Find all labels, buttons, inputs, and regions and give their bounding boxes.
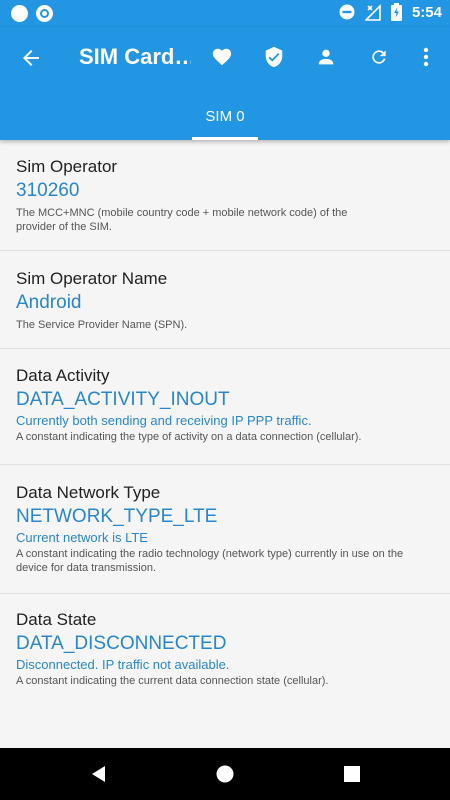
- item-title: Sim Operator Name: [16, 269, 168, 288]
- notification-circle-icon: [11, 5, 28, 22]
- item-description: The MCC+MNC (mobile country code + mobil…: [16, 207, 348, 233]
- list-item-sim-operator-name[interactable]: Sim Operator Name Android The Service Pr…: [0, 251, 450, 349]
- item-description: The Service Provider Name (SPN).: [16, 319, 188, 331]
- home-circle-icon[interactable]: [215, 764, 235, 784]
- list-item-data-network-type[interactable]: Data Network Type NETWORK_TYPE_LTE Curre…: [0, 465, 450, 594]
- list-item-data-state[interactable]: Data State DATA_DISCONNECTED Disconnecte…: [0, 594, 450, 714]
- more-vert-icon: [423, 47, 429, 67]
- item-description: A constant indicating the type of activi…: [16, 431, 362, 443]
- list-item-data-activity[interactable]: Data Activity DATA_ACTIVITY_INOUT Curren…: [0, 349, 450, 465]
- item-description: A constant indicating the radio technolo…: [16, 548, 404, 574]
- item-value: 310260: [16, 180, 80, 201]
- item-value: DATA_DISCONNECTED: [16, 633, 227, 654]
- refresh-button[interactable]: [366, 44, 392, 70]
- arrow-back-icon[interactable]: [19, 46, 43, 70]
- info-list[interactable]: Sim Operator 310260 The MCC+MNC (mobile …: [0, 140, 450, 748]
- more-options-button[interactable]: [413, 44, 439, 70]
- shield-check-icon: [265, 46, 283, 68]
- do-not-disturb-icon: [339, 4, 355, 20]
- item-description: A constant indicating the current data c…: [16, 675, 329, 687]
- app-bar: SIM Card… SIM 0: [0, 27, 450, 140]
- verified-button[interactable]: [261, 44, 287, 70]
- item-title: Data State: [16, 610, 97, 629]
- item-title: Data Activity: [16, 366, 110, 385]
- item-subtitle: Disconnected. IP traffic not available.: [16, 657, 230, 672]
- notification-ring-icon: [36, 5, 53, 22]
- page-title: SIM Card…: [79, 44, 191, 69]
- item-title: Data Network Type: [16, 483, 161, 502]
- status-bar: 5:54: [0, 0, 450, 27]
- item-value: NETWORK_TYPE_LTE: [16, 506, 218, 527]
- heart-icon: [212, 48, 232, 66]
- item-subtitle: Current network is LTE: [16, 530, 148, 545]
- item-value: Android: [16, 292, 82, 313]
- back-triangle-icon[interactable]: [89, 764, 109, 784]
- system-nav-bar: [0, 748, 450, 800]
- recents-square-icon[interactable]: [342, 764, 362, 784]
- item-subtitle: Currently both sending and receiving IP …: [16, 413, 312, 428]
- no-signal-icon: [364, 3, 381, 21]
- tab-label: SIM 0: [205, 108, 245, 125]
- account-button[interactable]: [313, 44, 339, 70]
- status-time: 5:54: [411, 3, 442, 21]
- list-item-sim-operator[interactable]: Sim Operator 310260 The MCC+MNC (mobile …: [0, 140, 450, 251]
- tab-sim-0[interactable]: SIM 0: [192, 99, 258, 140]
- status-notifications: [11, 5, 53, 22]
- item-value: DATA_ACTIVITY_INOUT: [16, 389, 230, 410]
- item-title: Sim Operator: [16, 157, 118, 176]
- favorite-button[interactable]: [209, 44, 235, 70]
- battery-charging-icon: [390, 3, 402, 21]
- person-icon: [318, 49, 334, 65]
- refresh-icon: [372, 50, 386, 64]
- status-system-icons: 5:54: [339, 3, 442, 21]
